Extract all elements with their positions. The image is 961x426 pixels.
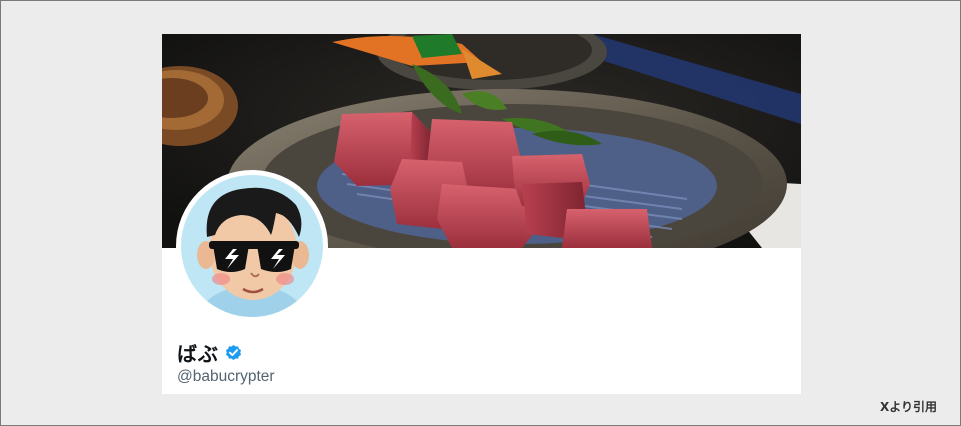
profile-card[interactable]: ばぶ @babucrypter xyxy=(162,34,801,394)
profile-avatar[interactable] xyxy=(176,170,328,322)
source-attribution-note: Xより引用 xyxy=(879,400,937,414)
profile-handle[interactable]: @babucrypter xyxy=(177,368,275,386)
verified-badge-icon xyxy=(224,343,243,362)
embed-frame: ばぶ @babucrypter Xより引用 xyxy=(0,0,961,426)
profile-name-row: ばぶ xyxy=(177,338,243,366)
profile-display-name[interactable]: ばぶ xyxy=(177,338,219,367)
